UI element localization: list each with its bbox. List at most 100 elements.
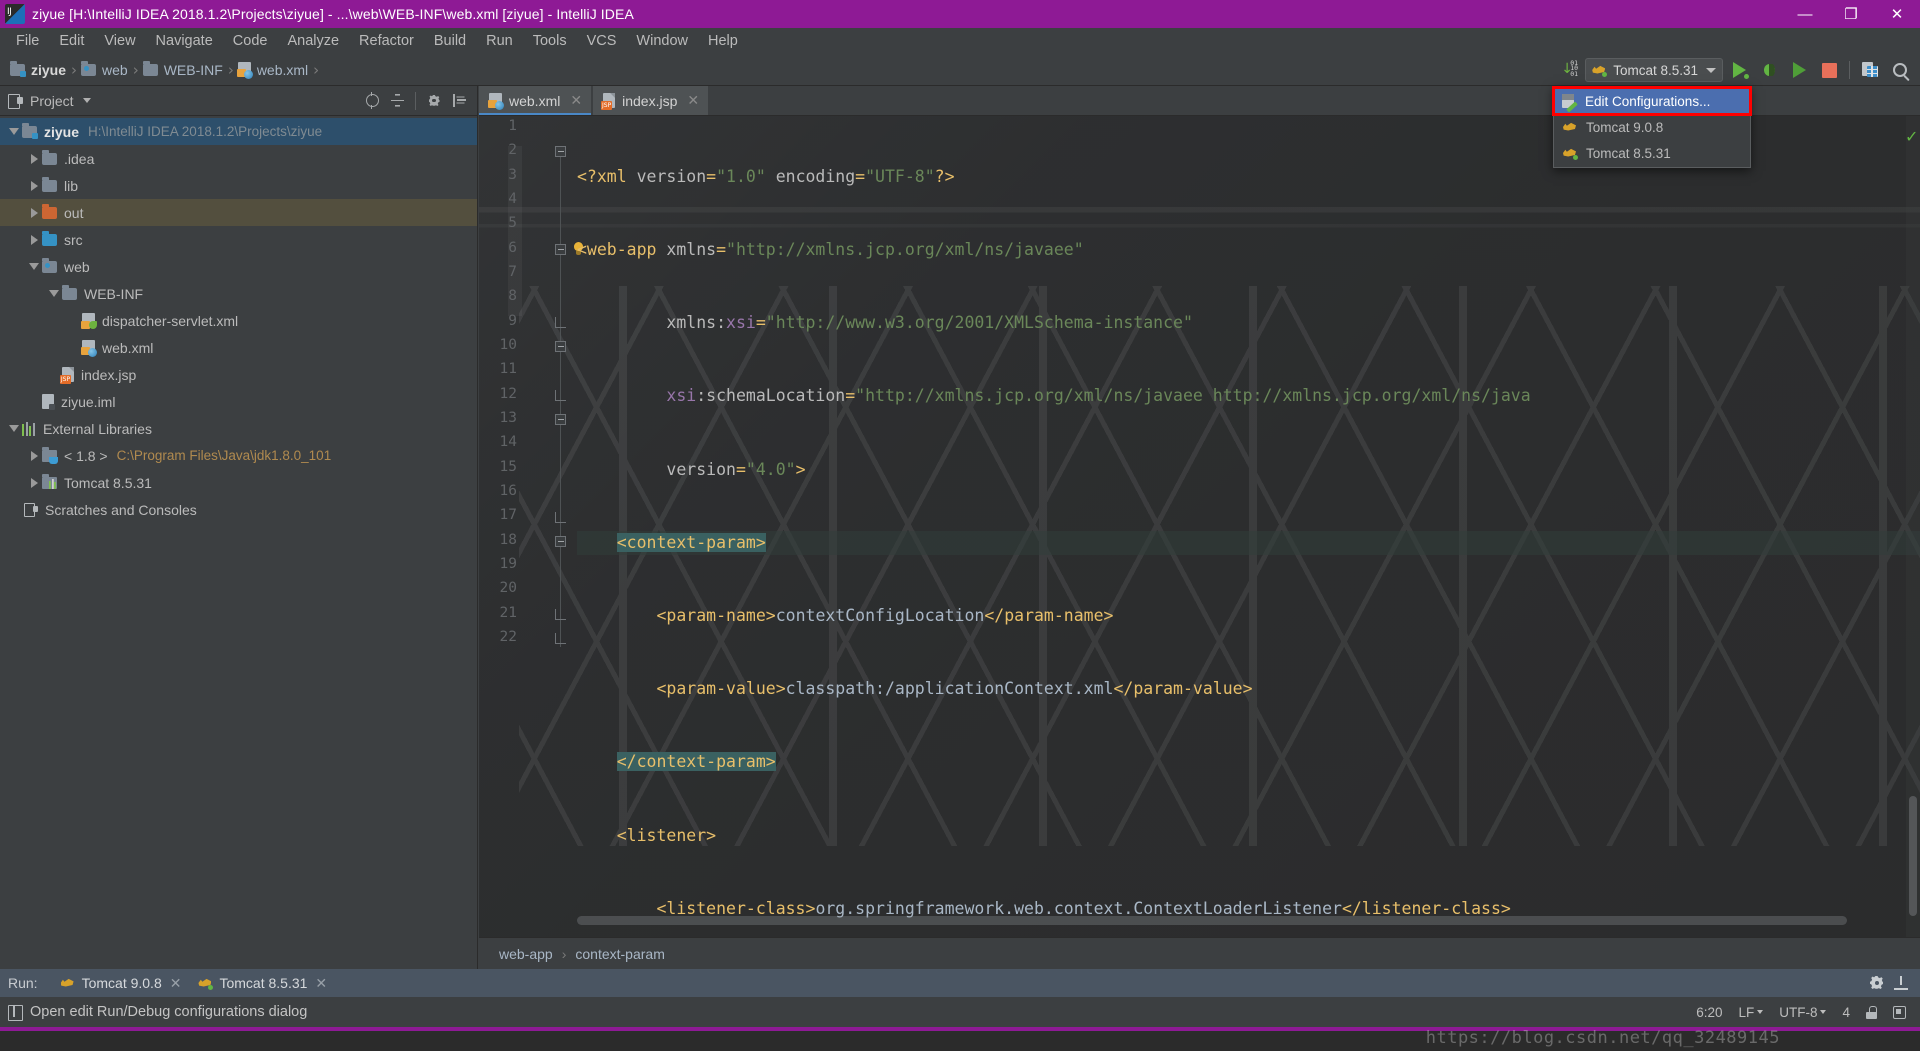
tree-node-web-xml[interactable]: web.xml	[0, 334, 477, 361]
tree-node-tomcat-8-5-31[interactable]: Tomcat 8.5.31	[0, 469, 477, 496]
expand-arrow-icon[interactable]	[6, 124, 22, 140]
folder-webroot-icon	[42, 257, 57, 273]
horizontal-scrollbar-thumb[interactable]	[577, 916, 1847, 925]
code-editor-text[interactable]: <?xml version="1.0" encoding="UTF-8"?> <…	[577, 116, 1920, 939]
breadcrumb-ziyue[interactable]: ziyue	[8, 60, 70, 80]
tab-index-jsp[interactable]: JSP index.jsp ✕	[593, 86, 709, 115]
fold-marker-servlet-mapping[interactable]	[555, 536, 566, 547]
code-line-7: <param-name>contextConfigLocation</param…	[656, 606, 1114, 626]
menu-navigate[interactable]: Navigate	[146, 30, 223, 52]
lock-icon[interactable]	[1866, 1005, 1877, 1019]
fold-marker-servlet[interactable]	[555, 414, 566, 425]
expand-arrow-icon[interactable]	[26, 178, 42, 194]
tree-node-web[interactable]: web	[0, 253, 477, 280]
menu-view[interactable]: View	[94, 30, 145, 52]
update-binary-icon[interactable]: ↓ 01 10 01	[1559, 60, 1581, 80]
tree-node-idea[interactable]: .idea	[0, 145, 477, 172]
tree-node-web-inf[interactable]: WEB-INF	[0, 280, 477, 307]
tree-node-src[interactable]: src	[0, 226, 477, 253]
tree-node-ziyue-iml[interactable]: ziyue.iml	[0, 388, 477, 415]
expand-arrow-icon[interactable]	[26, 151, 42, 167]
file-encoding[interactable]: UTF-8	[1779, 1004, 1827, 1020]
line-number: 13	[499, 410, 517, 426]
project-settings-button[interactable]	[423, 90, 445, 112]
tree-node-out[interactable]: out	[0, 199, 477, 226]
menu-file[interactable]: File	[6, 30, 49, 52]
tree-node-index-jsp[interactable]: JSP index.jsp	[0, 361, 477, 388]
vertical-scrollbar-thumb[interactable]	[1909, 796, 1917, 916]
dropdown-item-tomcat-8-5-31[interactable]: Tomcat 8.5.31	[1554, 140, 1750, 166]
maximize-button[interactable]: ❐	[1828, 0, 1874, 28]
breadcrumb-web-inf[interactable]: WEB-INF	[141, 60, 227, 80]
menu-help[interactable]: Help	[698, 30, 748, 52]
tree-node-jdk-1-8[interactable]: < 1.8 > C:\Program Files\Java\jdk1.8.0_1…	[0, 442, 477, 469]
menu-run[interactable]: Run	[476, 30, 523, 52]
tree-node-external-libraries[interactable]: External Libraries	[0, 415, 477, 442]
close-icon[interactable]: ✕	[570, 92, 582, 109]
expand-arrow-icon[interactable]	[26, 205, 42, 221]
scroll-from-source-button[interactable]	[361, 90, 383, 112]
expand-arrow-icon[interactable]	[26, 448, 42, 464]
menu-vcs[interactable]: VCS	[577, 30, 627, 52]
line-separator[interactable]: LF	[1738, 1004, 1764, 1020]
minimize-button[interactable]: —	[1782, 0, 1828, 28]
horizontal-scrollbar[interactable]	[577, 916, 1897, 925]
indent-setting[interactable]: 4	[1842, 1005, 1850, 1020]
debug-button[interactable]	[1755, 57, 1783, 83]
hide-panel-icon[interactable]	[1894, 976, 1908, 990]
breadcrumb-separator-icon: ›	[71, 60, 78, 79]
close-icon[interactable]: ✕	[315, 975, 327, 992]
expand-arrow-icon[interactable]	[6, 421, 22, 437]
tree-node-dispatcher-servlet-xml[interactable]: dispatcher-servlet.xml	[0, 307, 477, 334]
fold-end-web-app	[555, 633, 566, 644]
encoding-label: UTF-8	[1779, 1004, 1818, 1020]
breadcrumb-web-xml[interactable]: web.xml	[236, 60, 312, 80]
menu-tools[interactable]: Tools	[523, 30, 577, 52]
database-button[interactable]	[1856, 57, 1884, 83]
expand-arrow-icon[interactable]	[26, 259, 42, 275]
line-number: 16	[499, 483, 517, 499]
run-button[interactable]	[1725, 57, 1753, 83]
fold-marker-context-param[interactable]	[555, 244, 566, 255]
breadcrumb-web[interactable]: web	[79, 60, 132, 80]
run-with-coverage-button[interactable]	[1785, 57, 1813, 83]
close-icon[interactable]: ✕	[170, 975, 182, 992]
run-tab-tomcat-9-0-8[interactable]: Tomcat 9.0.8 ✕	[52, 969, 190, 997]
menu-code[interactable]: Code	[223, 30, 278, 52]
fold-marker-listener[interactable]	[555, 341, 566, 352]
menu-build[interactable]: Build	[424, 30, 476, 52]
menu-refactor[interactable]: Refactor	[349, 30, 424, 52]
tree-node-lib[interactable]: lib	[0, 172, 477, 199]
expand-arrow-icon[interactable]	[46, 286, 62, 302]
editor-breadcrumb-context-param[interactable]: context-param	[575, 946, 664, 962]
chevron-down-icon[interactable]	[82, 98, 91, 103]
editor-breadcrumb-web-app[interactable]: web-app	[499, 946, 553, 962]
menu-analyze[interactable]: Analyze	[277, 30, 349, 52]
dropdown-item-edit-configurations[interactable]: Edit Configurations...	[1552, 86, 1752, 116]
event-log-icon[interactable]	[1893, 1005, 1906, 1019]
fold-marker-web-app[interactable]	[555, 146, 566, 157]
run-configuration-selector[interactable]: Tomcat 8.5.31	[1585, 58, 1723, 82]
close-button[interactable]: ✕	[1874, 0, 1920, 28]
search-everywhere-button[interactable]	[1886, 57, 1914, 83]
tree-node-scratches-and-consoles[interactable]: Scratches and Consoles	[0, 496, 477, 523]
menu-window[interactable]: Window	[626, 30, 698, 52]
inspection-gutter[interactable]: ✓	[1905, 116, 1920, 939]
expand-arrow-icon[interactable]	[26, 475, 42, 491]
project-tree: ziyue H:\IntelliJ IDEA 2018.1.2\Projects…	[0, 116, 477, 523]
dropdown-item-tomcat-9-0-8[interactable]: Tomcat 9.0.8	[1554, 114, 1750, 140]
collapse-all-button[interactable]	[386, 90, 408, 112]
close-icon[interactable]: ✕	[687, 92, 699, 109]
line-separator-label: LF	[1738, 1004, 1755, 1020]
tab-label: web.xml	[509, 92, 561, 109]
tree-node-ziyue[interactable]: ziyue H:\IntelliJ IDEA 2018.1.2\Projects…	[0, 118, 477, 145]
line-number: 8	[508, 288, 517, 304]
stop-button[interactable]	[1815, 57, 1843, 83]
tab-web-xml[interactable]: web.xml ✕	[479, 86, 592, 115]
menu-edit[interactable]: Edit	[49, 30, 94, 52]
hide-panel-button[interactable]	[448, 90, 470, 112]
caret-position[interactable]: 6:20	[1696, 1005, 1722, 1020]
expand-arrow-icon[interactable]	[26, 232, 42, 248]
gear-icon[interactable]	[1870, 976, 1884, 990]
run-tab-tomcat-8-5-31[interactable]: Tomcat 8.5.31 ✕	[189, 969, 335, 997]
